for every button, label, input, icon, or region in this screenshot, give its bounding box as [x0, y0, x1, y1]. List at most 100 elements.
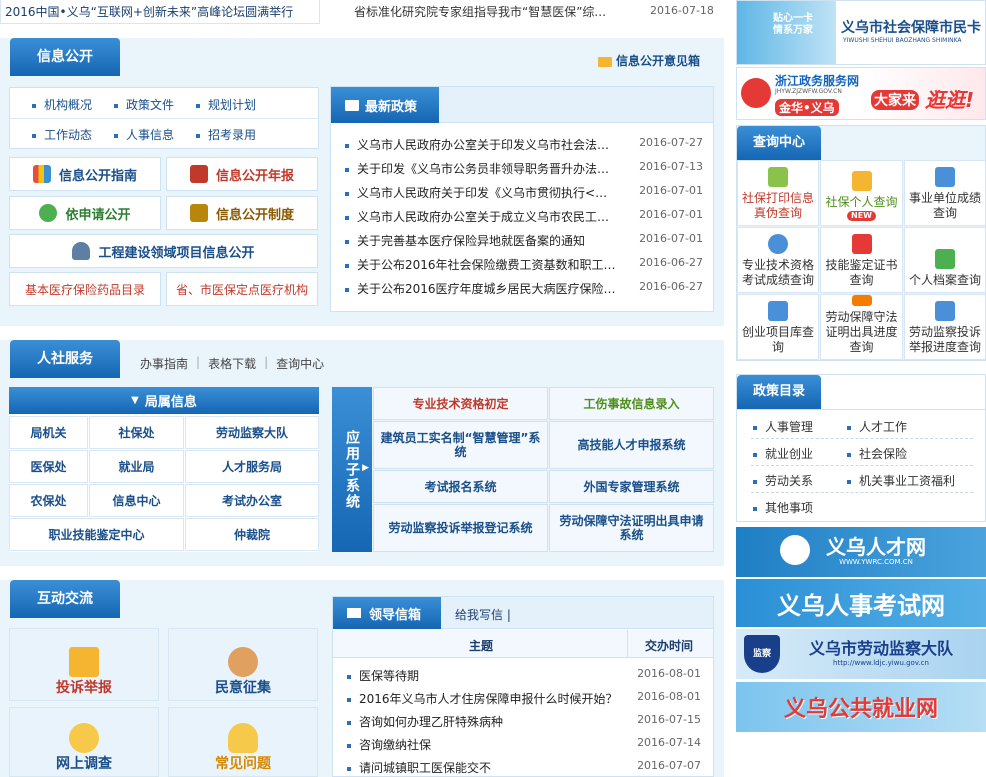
- catalog-other[interactable]: 其他事项: [753, 499, 813, 516]
- ss-print-verify-cell[interactable]: 社保打印信息真伪查询: [737, 160, 819, 226]
- public-employment-banner[interactable]: 义乌公共就业网: [736, 682, 986, 732]
- construction-disclosure-button[interactable]: 工程建设领域项目信息公开: [9, 234, 318, 268]
- personal-archive-cell[interactable]: 个人档案查询: [904, 227, 986, 293]
- mailbox-header-row: 主题 交办时间: [333, 630, 713, 658]
- faq-tile[interactable]: 常见问题: [168, 707, 318, 777]
- new-badge: NEW: [847, 211, 876, 221]
- bureau-cell[interactable]: 考试办公室: [185, 484, 319, 517]
- subsystem-cell[interactable]: 建筑员工实名制“智慧管理”系统: [373, 421, 548, 469]
- policy-item[interactable]: 义乌市人民政府办公室关于成立义乌市农民工工... 2016-07-01: [345, 208, 703, 225]
- info-annual-report-button[interactable]: 信息公开年报: [166, 157, 318, 191]
- subsystem-cell[interactable]: 劳动监察投诉举报登记系统: [373, 504, 548, 552]
- top-news-title[interactable]: 省标准化研究院专家组指导我市“智慧医保”综...: [354, 3, 606, 20]
- catalog-salary-welfare[interactable]: 机关事业工资福利: [847, 472, 955, 489]
- interaction-title: 互动交流: [10, 580, 120, 618]
- compliance-cert-cell[interactable]: 劳动保障守法证明出具进度查询: [820, 294, 903, 360]
- bureau-cell[interactable]: 职业技能鉴定中心: [9, 518, 184, 551]
- mailbox-row[interactable]: 2016年义乌市人才住房保障申报什么时候开始？ 2016-08-01: [347, 690, 701, 707]
- info-links-box: 机构概况 政策文件 规划计划 工作动态 人事信息 招考录用: [9, 87, 319, 149]
- catalog-personnel[interactable]: 人事管理: [753, 418, 813, 435]
- labor-complaint-progress-cell[interactable]: 劳动监察投诉举报进度查询: [904, 294, 986, 360]
- talent-net-banner[interactable]: 义乌人才网 WWW.YWRC.COM.CN: [736, 527, 986, 577]
- institution-score-cell[interactable]: 事业单位成绩查询: [904, 160, 986, 226]
- link-query-center[interactable]: 查询中心: [276, 355, 324, 372]
- citizen-card-title: 义乌市社会保障市民卡: [841, 20, 981, 36]
- bureau-cell[interactable]: 人才服务局: [185, 450, 319, 483]
- skill-cert-cell[interactable]: 技能鉴定证书查询: [820, 227, 903, 293]
- subsystem-cell[interactable]: 劳动保障守法证明出具申请系统: [549, 504, 714, 552]
- subsystem-cell[interactable]: 高技能人才申报系统: [549, 421, 714, 469]
- apply-disclosure-button[interactable]: 依申请公开: [9, 196, 161, 230]
- link-plans[interactable]: 规划计划: [196, 96, 256, 113]
- top-headline-link[interactable]: 2016中国•义乌“互联网+创新未来”高峰论坛圆满举行: [5, 3, 293, 20]
- link-work-news[interactable]: 工作动态: [32, 126, 92, 143]
- policy-item[interactable]: 关于印发《义乌市公务员非领导职务晋升办法（... 2016-07-13: [345, 160, 703, 177]
- citizen-card-banner[interactable]: 贴心一卡 情系万家 义乌市社会保障市民卡 YIWUSHI SHEHUI BAOZ…: [736, 0, 986, 65]
- startup-project-cell[interactable]: 创业项目库查询: [737, 294, 819, 360]
- info-public-title: 信息公开: [10, 38, 120, 76]
- policy-item[interactable]: 关于公布2016医疗年度城乡居民大病医疗保险起... 2016-06-27: [345, 280, 703, 297]
- subsystem-cell[interactable]: 工伤事故信息录入: [549, 387, 714, 420]
- subsystem-cell[interactable]: 外国专家管理系统: [549, 470, 714, 503]
- bureau-cell[interactable]: 劳动监察大队: [185, 416, 319, 449]
- bureau-cell[interactable]: 农保处: [9, 484, 88, 517]
- document-icon: [851, 171, 872, 191]
- bureau-cell[interactable]: 仲裁院: [185, 518, 319, 551]
- top-news-item[interactable]: 省标准化研究院专家组指导我市“智慧医保”综... 2016-07-18: [340, 2, 720, 22]
- latest-policy-tab[interactable]: 最新政策: [331, 87, 439, 123]
- search-doc-icon: [935, 167, 955, 187]
- subsystem-cell[interactable]: 专业技术资格初定: [373, 387, 548, 420]
- subsystem-cell[interactable]: 考试报名系统: [373, 470, 548, 503]
- policy-item[interactable]: 义乌市人民政府办公室关于印发义乌市社会法人... 2016-07-27: [345, 136, 703, 153]
- policy-item[interactable]: 关于完善基本医疗保险异地就医备案的通知 2016-07-01: [345, 232, 703, 249]
- policy-item[interactable]: 关于公布2016年社会保险缴费工资基数和职工基... 2016-06-27: [345, 256, 703, 273]
- info-guide-button[interactable]: 信息公开指南: [9, 157, 161, 191]
- bureau-cell[interactable]: 就业局: [89, 450, 184, 483]
- catalog-labor-relations[interactable]: 劳动关系: [753, 472, 813, 489]
- complaint-tile[interactable]: 投诉举报: [9, 628, 159, 701]
- leader-mailbox-tab[interactable]: 领导信箱: [333, 597, 441, 629]
- mailbox-row[interactable]: 咨询如何办理乙肝特殊病种 2016-07-15: [347, 713, 701, 730]
- bureau-cell[interactable]: 医保处: [9, 450, 88, 483]
- bureau-cell[interactable]: 局机关: [9, 416, 88, 449]
- policy-catalog-panel: 政策目录 人事管理 人才工作 就业创业 社会保险 劳动关系 机关事业工资福利 其…: [736, 374, 986, 522]
- survey-tile[interactable]: 网上调查: [9, 707, 159, 777]
- catalog-social-insurance[interactable]: 社会保险: [847, 445, 907, 462]
- disclosure-system-button[interactable]: 信息公开制度: [166, 196, 318, 230]
- write-letter-link[interactable]: 给我写信 |: [455, 606, 511, 623]
- service-title: 人社服务: [10, 340, 120, 378]
- personnel-exam-banner[interactable]: 义乌人事考试网: [736, 579, 986, 627]
- pencil-icon: [851, 234, 872, 254]
- prof-qual-score-cell[interactable]: 专业技术资格考试成绩查询: [737, 227, 819, 293]
- mailbox-row[interactable]: 医保等待期 2016-08-01: [347, 667, 701, 684]
- catalog-employment[interactable]: 就业创业: [753, 445, 813, 462]
- ss-personal-query-cell[interactable]: 社保个人查询 NEW: [820, 160, 903, 226]
- briefcase-icon: [189, 165, 208, 183]
- link-personnel-info[interactable]: 人事信息: [114, 126, 174, 143]
- catalog-talent[interactable]: 人才工作: [847, 418, 907, 435]
- bureau-cell[interactable]: 信息中心: [89, 484, 184, 517]
- link-form-download[interactable]: 表格下载: [208, 355, 256, 372]
- mailbox-row[interactable]: 请问城镇职工医保能交不 2016-07-07: [347, 759, 701, 776]
- link-policy-docs[interactable]: 政策文件: [114, 96, 174, 113]
- mailbox-row[interactable]: 咨询缴纳社保 2016-07-14: [347, 736, 701, 753]
- talent-net-url: WWW.YWRC.COM.CN: [839, 558, 913, 566]
- zj-slogan-1: 大家来: [871, 90, 919, 110]
- link-guide[interactable]: 办事指南: [140, 355, 188, 372]
- bureau-panel: ▼ 局属信息 局机关 社保处 劳动监察大队 医保处 就业局 人才服务局 农保处 信…: [9, 387, 319, 552]
- top-headline-box: 2016中国•义乌“互联网+创新未来”高峰论坛圆满举行: [0, 0, 320, 24]
- opinion-tile[interactable]: 民意征集: [168, 628, 318, 701]
- info-mailbox-link[interactable]: 信息公开意见箱: [598, 52, 700, 69]
- designated-hospitals-button[interactable]: 省、市医保定点医疗机构: [166, 272, 318, 306]
- labor-inspection-banner[interactable]: 监察 义乌市劳动监察大队 http://www.ldjc.yiwu.gov.cn: [736, 629, 986, 679]
- policy-item[interactable]: 义乌市人民政府关于印发《义乌市贯彻执行<浙... 2016-07-01: [345, 184, 703, 201]
- zj-gov-service-banner[interactable]: 浙江政务服务网 JHYW.ZJZWFW.GOV.CN 金华•义乌 大家来 逛逛!: [736, 67, 986, 120]
- triangle-right-icon: ▶: [362, 463, 369, 473]
- bureau-cell[interactable]: 社保处: [89, 416, 184, 449]
- drug-catalog-button[interactable]: 基本医疗保险药品目录: [9, 272, 161, 306]
- folder-icon: [768, 301, 788, 321]
- leader-mailbox-panel: 领导信箱 给我写信 | 主题 交办时间 医保等待期 2016-08-01 2016…: [332, 596, 714, 777]
- police-badge-icon: 监察: [744, 635, 780, 673]
- link-org-overview[interactable]: 机构概况: [32, 96, 92, 113]
- link-recruitment[interactable]: 招考录用: [196, 126, 256, 143]
